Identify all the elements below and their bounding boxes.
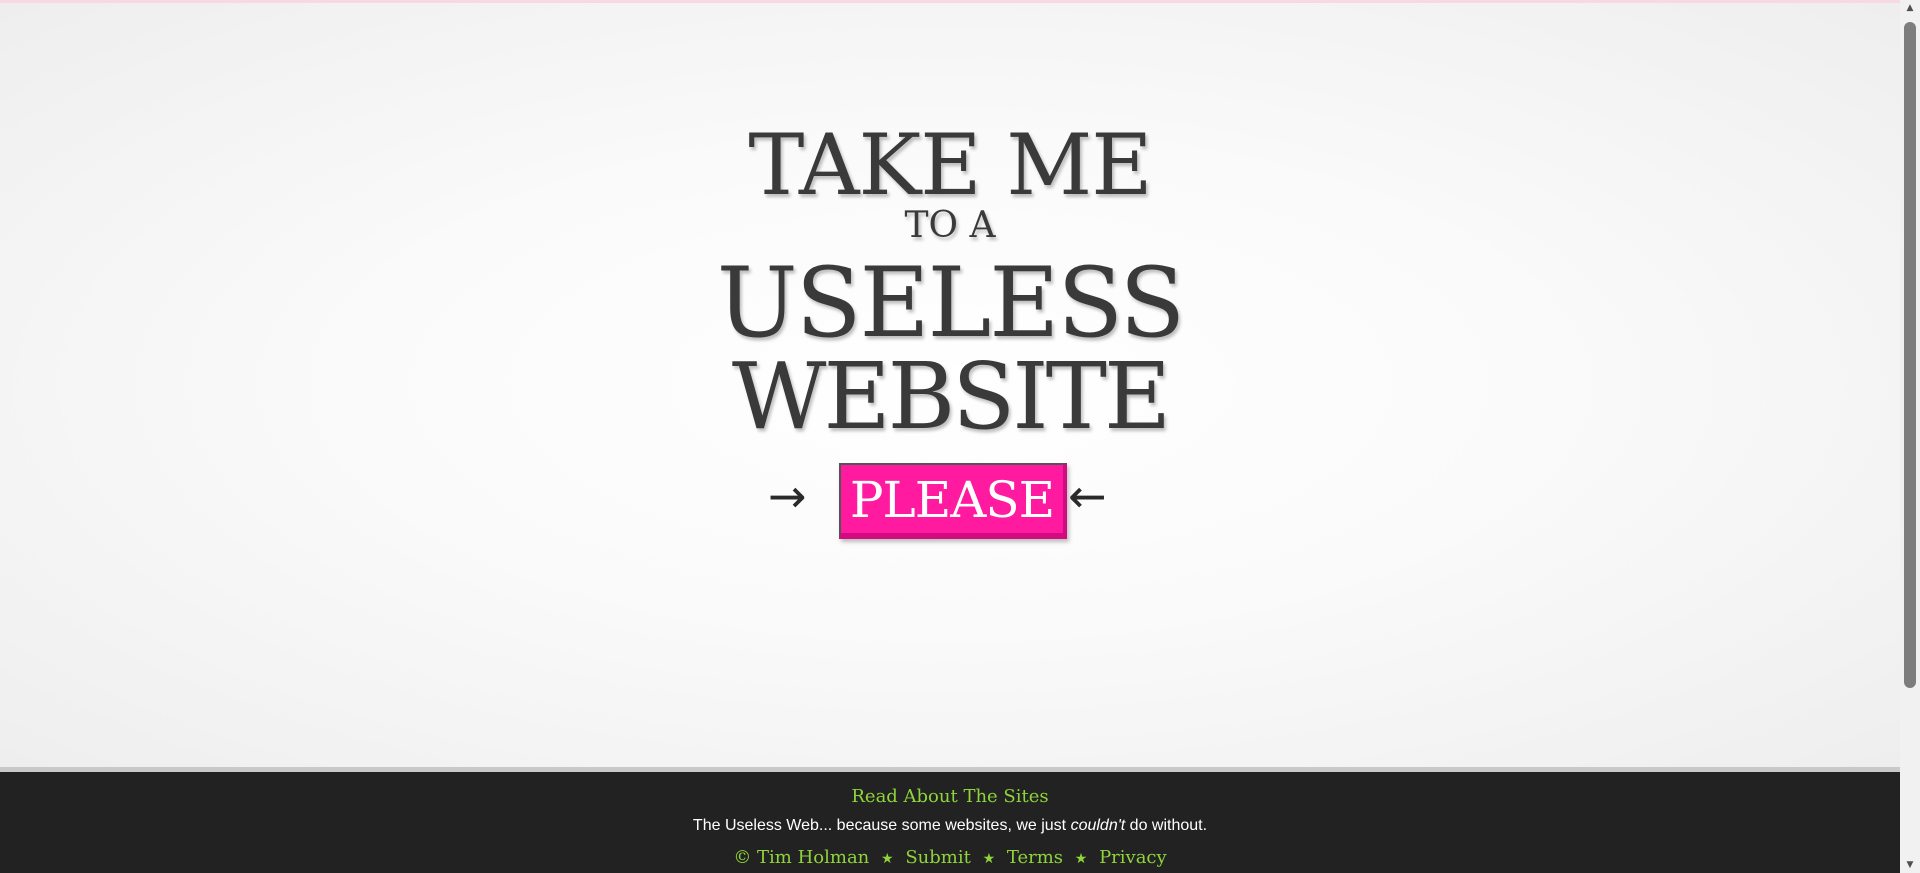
footer-links: © Tim Holman ★ Submit ★ Terms ★ Privacy bbox=[0, 847, 1900, 868]
scroll-down-icon[interactable]: ▼ bbox=[1900, 857, 1920, 873]
left-arrow-icon: ← bbox=[1068, 469, 1107, 523]
tagline-emphasis: couldn't bbox=[1070, 817, 1126, 834]
main-content: TAKE ME TO A USELESS WEBSITE → PLEASE ← bbox=[0, 3, 1900, 767]
right-arrow-icon: → bbox=[768, 469, 807, 523]
star-separator-icon: ★ bbox=[1074, 851, 1088, 867]
footer: Read About The Sites The Useless Web... … bbox=[0, 767, 1900, 873]
footer-tagline: The Useless Web... because some websites… bbox=[0, 817, 1900, 835]
please-button-row: → PLEASE ← bbox=[0, 463, 1900, 543]
privacy-link[interactable]: Privacy bbox=[1099, 847, 1167, 868]
terms-link[interactable]: Terms bbox=[1007, 847, 1063, 868]
scroll-up-icon[interactable]: ▲ bbox=[1900, 0, 1920, 16]
star-separator-icon: ★ bbox=[982, 851, 996, 867]
vertical-scrollbar[interactable]: ▲ ▼ bbox=[1900, 0, 1920, 873]
copyright-link[interactable]: © Tim Holman bbox=[733, 847, 869, 868]
headline-to-a: TO A bbox=[904, 205, 996, 246]
tagline-text-end: do without. bbox=[1125, 817, 1208, 834]
tagline-text-start: The Useless Web... because some websites… bbox=[692, 817, 1071, 834]
headline-useless: USELESS bbox=[716, 247, 1185, 359]
submit-link[interactable]: Submit bbox=[905, 847, 971, 868]
scrollbar-thumb[interactable] bbox=[1904, 22, 1916, 688]
headline-take-me: TAKE ME bbox=[748, 116, 1152, 214]
headline-website: WEBSITE bbox=[731, 343, 1171, 450]
please-button[interactable]: PLEASE bbox=[839, 463, 1067, 539]
read-about-sites-link[interactable]: Read About The Sites bbox=[0, 786, 1900, 807]
star-separator-icon: ★ bbox=[881, 851, 894, 867]
